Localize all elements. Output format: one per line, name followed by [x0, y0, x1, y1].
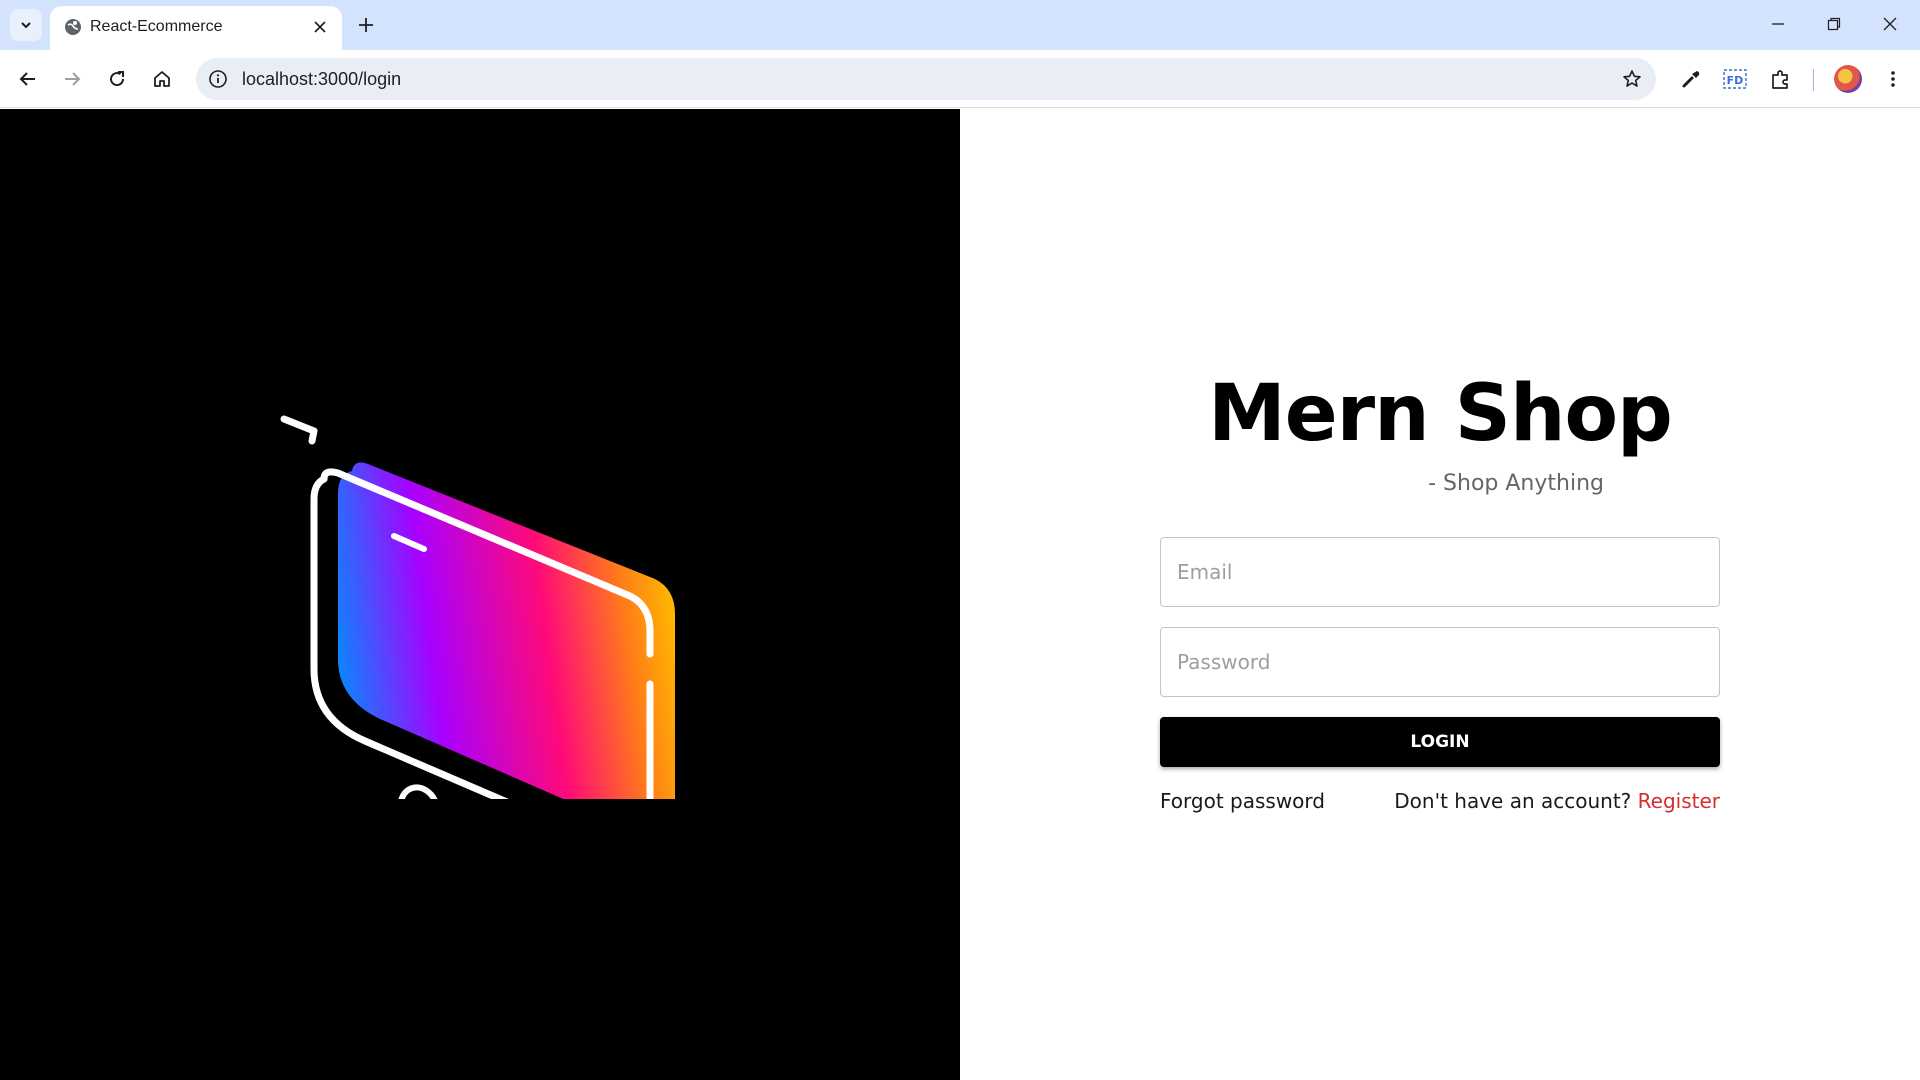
bookmark-button[interactable] [1620, 67, 1644, 91]
browser-tab[interactable]: React-Ecommerce [50, 6, 342, 50]
minimize-icon [1772, 23, 1784, 25]
restore-icon [1827, 17, 1841, 31]
eyedropper-icon [1682, 71, 1700, 88]
tab-strip: React-Ecommerce [0, 0, 1920, 50]
browser-toolbar: localhost:3000/login FD [0, 50, 1920, 108]
account-prompt-text: Don't have an account? [1394, 789, 1632, 813]
close-icon [1883, 17, 1897, 31]
arrow-right-icon [65, 72, 81, 86]
url-text[interactable]: localhost:3000/login [242, 69, 401, 90]
chevron-down-icon [21, 22, 31, 29]
arrow-left-icon [19, 72, 35, 86]
email-field[interactable] [1160, 537, 1720, 607]
home-icon [154, 71, 170, 87]
tab-title: React-Ecommerce [90, 18, 223, 35]
site-info-button[interactable] [206, 67, 230, 91]
forward-button[interactable] [54, 61, 90, 97]
restore-button[interactable] [1806, 0, 1862, 48]
shopping-cart-icon [280, 415, 675, 799]
close-icon [314, 21, 326, 33]
more-vertical-icon [1891, 71, 1895, 87]
password-field[interactable] [1160, 627, 1720, 697]
login-page: Mern Shop - Shop Anything LOGIN Forgot p… [0, 109, 1920, 1080]
close-window-button[interactable] [1862, 0, 1918, 48]
globe-icon [65, 19, 81, 35]
brand-tagline: - Shop Anything [1428, 471, 1604, 496]
brand-title: Mern Shop [1208, 369, 1673, 459]
font-extension-button[interactable]: FD [1717, 61, 1753, 97]
back-button[interactable] [10, 61, 46, 97]
puzzle-icon [1772, 70, 1788, 89]
browser-menu-button[interactable] [1875, 61, 1911, 97]
eyedropper-extension-button[interactable] [1673, 61, 1709, 97]
info-icon [209, 70, 227, 88]
reload-icon [110, 71, 125, 87]
toolbar-separator [1813, 69, 1814, 91]
svg-text:FD: FD [1727, 74, 1744, 87]
login-button[interactable]: LOGIN [1160, 717, 1720, 767]
home-button[interactable] [144, 61, 180, 97]
tab-search-button[interactable] [10, 9, 42, 41]
forgot-password-link[interactable]: Forgot password [1160, 789, 1325, 813]
new-tab-button[interactable] [352, 11, 380, 39]
address-bar[interactable]: localhost:3000/login [196, 58, 1656, 100]
register-prompt: Don't have an account? Register [1394, 789, 1720, 813]
register-link[interactable]: Register [1638, 789, 1720, 813]
star-icon [1623, 70, 1641, 87]
login-panel: Mern Shop - Shop Anything LOGIN Forgot p… [960, 109, 1920, 1080]
plus-icon [359, 18, 373, 32]
minimize-button[interactable] [1750, 0, 1806, 48]
tab-close-button[interactable] [308, 15, 332, 39]
extensions-button[interactable] [1763, 61, 1799, 97]
font-extension-icon: FD [1723, 69, 1747, 89]
reload-button[interactable] [99, 61, 135, 97]
profile-avatar[interactable] [1834, 65, 1862, 93]
illustration-panel [0, 109, 960, 1080]
